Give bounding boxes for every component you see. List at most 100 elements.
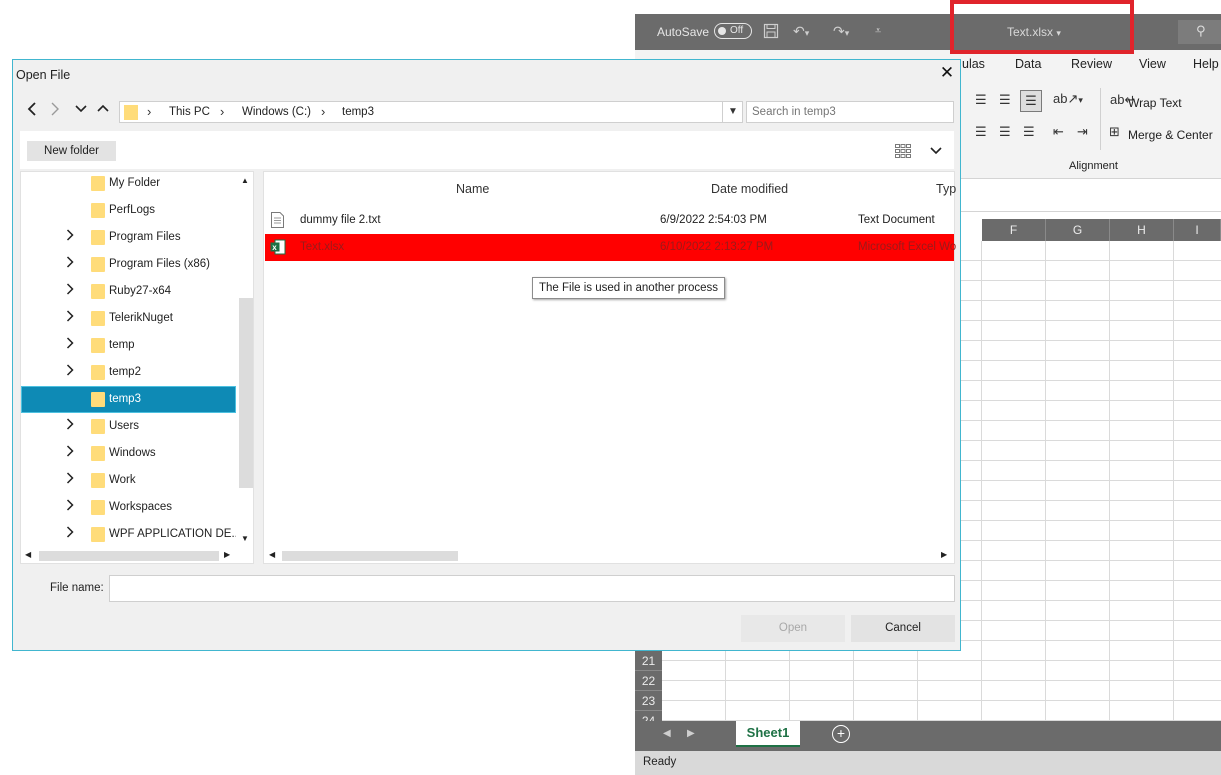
- align-left-icon[interactable]: ☰: [975, 124, 987, 140]
- breadcrumb[interactable]: › This PC › Windows (C:) › temp3 ▼: [119, 101, 743, 123]
- chevron-down-icon[interactable]: [75, 102, 87, 119]
- align-right-icon[interactable]: ☰: [1023, 124, 1035, 140]
- horizontal-scrollbar[interactable]: ◀ ▶: [264, 547, 954, 563]
- tab-review[interactable]: Review: [1071, 57, 1112, 71]
- close-icon[interactable]: ✕: [938, 64, 956, 82]
- scroll-down-icon[interactable]: ▼: [241, 534, 249, 543]
- orientation-icon[interactable]: ab↗▾: [1053, 91, 1083, 107]
- tree-item[interactable]: Program Files (x86): [22, 252, 235, 277]
- chevron-right-icon[interactable]: [66, 499, 74, 514]
- align-middle-icon[interactable]: ☰: [999, 92, 1011, 108]
- chevron-right-icon[interactable]: ›: [147, 104, 151, 119]
- column-header[interactable]: G: [1046, 219, 1110, 241]
- chevron-right-icon[interactable]: ›: [321, 104, 325, 119]
- tree-item[interactable]: Program Files: [22, 225, 235, 250]
- column-header-type[interactable]: Typ: [936, 182, 956, 196]
- file-name-input[interactable]: [109, 575, 955, 602]
- chevron-right-icon[interactable]: [66, 526, 74, 541]
- column-header[interactable]: H: [1110, 219, 1174, 241]
- save-icon[interactable]: [763, 23, 779, 42]
- up-icon[interactable]: [97, 102, 109, 119]
- file-row[interactable]: x Text.xlsx 6/10/2022 2:13:27 PM Microso…: [265, 234, 956, 261]
- chevron-right-icon[interactable]: [66, 337, 74, 352]
- scroll-thumb[interactable]: [39, 551, 219, 561]
- new-folder-button[interactable]: New folder: [27, 141, 116, 161]
- sheet-tab[interactable]: Sheet1: [736, 721, 800, 747]
- chevron-right-icon[interactable]: [66, 364, 74, 379]
- align-top-icon[interactable]: ☰: [975, 92, 987, 108]
- back-icon[interactable]: [26, 102, 38, 119]
- folder-icon: [91, 230, 105, 245]
- tree-item[interactable]: PerfLogs: [22, 198, 235, 223]
- vertical-scrollbar[interactable]: ▲ ▼: [236, 172, 253, 546]
- scroll-left-icon[interactable]: ◀: [663, 728, 671, 739]
- scroll-thumb[interactable]: [239, 298, 253, 488]
- tree-item[interactable]: Ruby27-x64: [22, 279, 235, 304]
- view-options[interactable]: [888, 140, 948, 162]
- wrap-text-label[interactable]: Wrap Text: [1128, 96, 1182, 110]
- tab-formulas[interactable]: ulas: [962, 57, 985, 71]
- chevron-right-icon[interactable]: [66, 310, 74, 325]
- increase-indent-icon[interactable]: ⇥: [1077, 124, 1088, 140]
- excel-search-box[interactable]: ⚲: [1178, 20, 1221, 44]
- row-header[interactable]: 21: [635, 651, 662, 671]
- tree-item[interactable]: temp3: [21, 386, 236, 413]
- grid-view-icon[interactable]: [895, 144, 911, 161]
- scroll-up-icon[interactable]: ▲: [241, 176, 249, 185]
- file-list[interactable]: Name Date modified Typ dummy file 2.txt …: [263, 171, 956, 564]
- tab-view[interactable]: View: [1139, 57, 1166, 71]
- tree-item[interactable]: My Folder: [22, 171, 235, 196]
- breadcrumb-drive[interactable]: Windows (C:): [242, 106, 311, 118]
- forward-icon[interactable]: [49, 102, 61, 119]
- chevron-right-icon[interactable]: ›: [220, 104, 224, 119]
- breadcrumb-this-pc[interactable]: This PC: [169, 106, 210, 118]
- tree-item[interactable]: Work: [22, 468, 235, 493]
- add-sheet-icon[interactable]: +: [832, 725, 850, 743]
- scroll-right-icon[interactable]: ▶: [941, 550, 947, 559]
- file-row[interactable]: dummy file 2.txt 6/9/2022 2:54:03 PM Tex…: [265, 207, 954, 234]
- scroll-left-icon[interactable]: ◀: [269, 550, 275, 559]
- horizontal-scrollbar[interactable]: ◀ ▶: [21, 547, 253, 563]
- align-bottom-icon[interactable]: ☰: [1020, 90, 1042, 112]
- decrease-indent-icon[interactable]: ⇤: [1053, 124, 1064, 140]
- chevron-right-icon[interactable]: [66, 283, 74, 298]
- scroll-right-icon[interactable]: ▶: [224, 550, 230, 559]
- dropdown-arrow-icon[interactable]: ▼: [722, 102, 743, 122]
- undo-icon[interactable]: ↶▾: [793, 23, 809, 40]
- merge-center-icon[interactable]: ⊞: [1109, 124, 1120, 140]
- tree-item[interactable]: Windows: [22, 441, 235, 466]
- scroll-left-icon[interactable]: ◀: [25, 550, 31, 559]
- chevron-right-icon[interactable]: [66, 445, 74, 460]
- chevron-down-icon[interactable]: [930, 145, 942, 159]
- scroll-thumb[interactable]: [282, 551, 458, 561]
- scroll-right-icon[interactable]: ▶: [687, 728, 695, 739]
- search-input[interactable]: [746, 101, 954, 123]
- chevron-right-icon[interactable]: [66, 418, 74, 433]
- tree-item[interactable]: temp: [22, 333, 235, 358]
- align-center-icon[interactable]: ☰: [999, 124, 1011, 140]
- column-header[interactable]: I: [1174, 219, 1221, 241]
- chevron-right-icon[interactable]: [66, 472, 74, 487]
- folder-tree[interactable]: My Folder PerfLogs Program Files Program Fi…: [20, 171, 254, 564]
- tab-help[interactable]: Help: [1193, 57, 1219, 71]
- tab-data[interactable]: Data: [1015, 57, 1041, 71]
- autosave-toggle[interactable]: Off: [714, 23, 752, 39]
- breadcrumb-temp3[interactable]: temp3: [342, 106, 374, 118]
- cancel-button[interactable]: Cancel: [851, 615, 955, 642]
- tree-item[interactable]: TelerikNuget: [22, 306, 235, 331]
- chevron-right-icon[interactable]: [66, 256, 74, 271]
- tree-item[interactable]: Users: [22, 414, 235, 439]
- tree-item[interactable]: Workspaces: [22, 495, 235, 520]
- row-header[interactable]: 23: [635, 691, 662, 711]
- row-header[interactable]: 22: [635, 671, 662, 691]
- open-button[interactable]: Open: [741, 615, 845, 642]
- chevron-right-icon[interactable]: [66, 229, 74, 244]
- tree-item[interactable]: temp2: [22, 360, 235, 385]
- customize-qat-icon[interactable]: ⩡: [875, 25, 881, 38]
- redo-icon[interactable]: ↷▾: [833, 23, 849, 40]
- column-header-date[interactable]: Date modified: [711, 182, 788, 196]
- tree-item[interactable]: WPF APPLICATION DE...: [22, 522, 241, 547]
- merge-center-label[interactable]: Merge & Center: [1128, 128, 1213, 142]
- column-header[interactable]: F: [982, 219, 1046, 241]
- column-header-name[interactable]: Name: [456, 182, 489, 196]
